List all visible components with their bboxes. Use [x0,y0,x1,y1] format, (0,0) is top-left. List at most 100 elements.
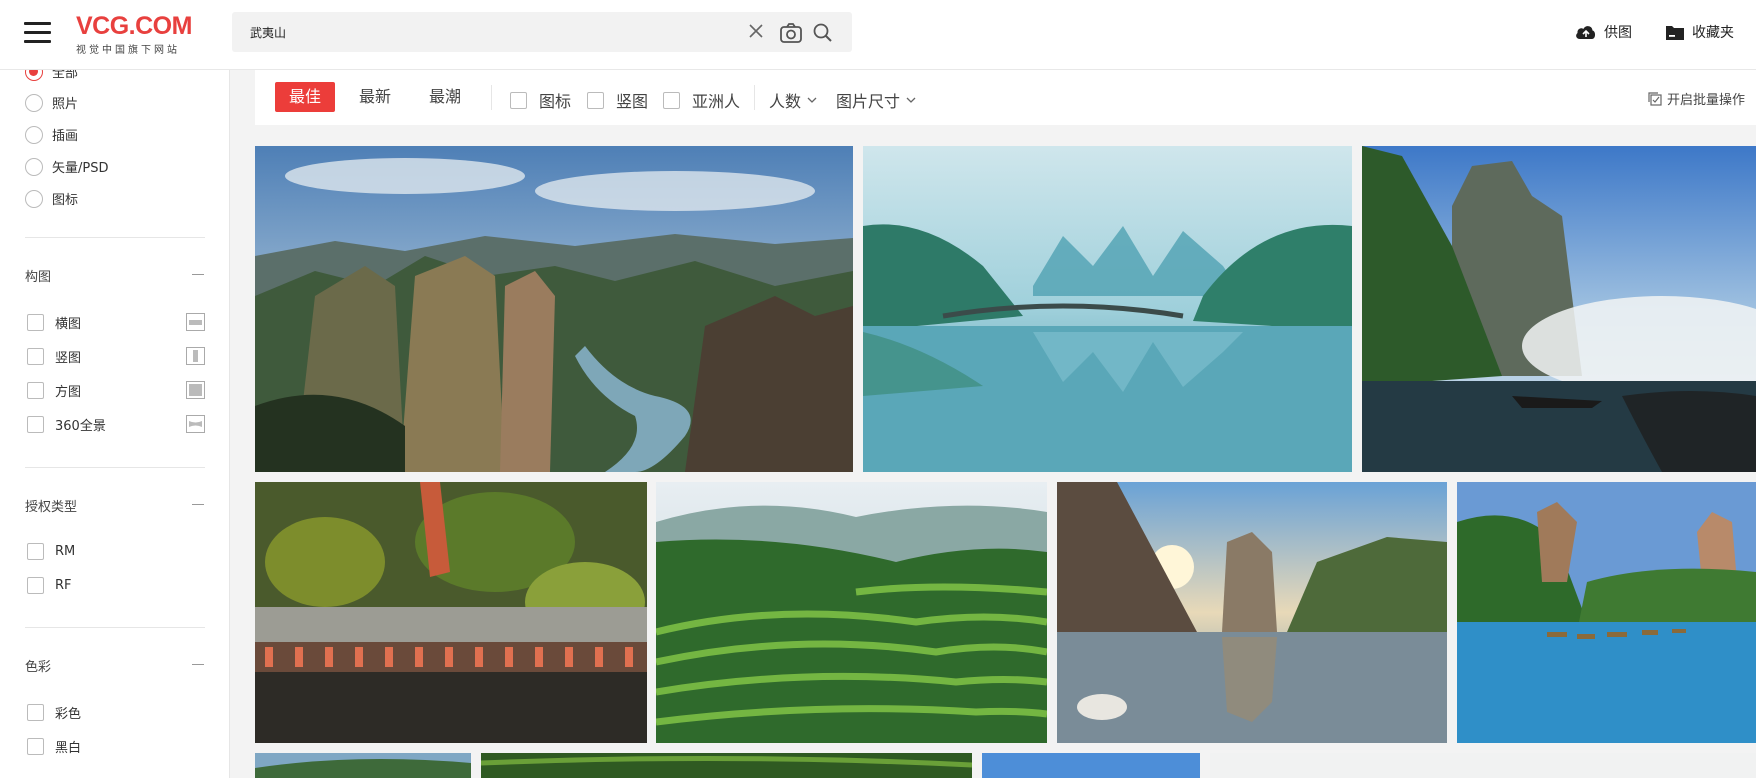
divider [25,467,205,468]
color-title: 色彩 [25,660,52,675]
radio-selected-icon [25,70,43,81]
photo-partial-1[interactable] [255,753,471,778]
color-collapse-icon[interactable] [192,664,204,665]
color-bw[interactable]: 黑白 [27,737,81,756]
batch-operation-button[interactable]: 开启批量操作 [1648,89,1745,108]
tab-best[interactable]: 最佳 [275,82,336,112]
search-input[interactable] [250,20,730,44]
search-icon[interactable] [812,22,834,44]
type-radio-vector[interactable]: 矢量/PSD [25,157,108,176]
filter-label: 亚洲人 [692,92,741,111]
license-label: RM [55,544,76,559]
favorites-button[interactable]: 收藏夹 [1665,22,1734,42]
photo-image [481,753,972,778]
filter-sidebar: 全部 照片 插画 矢量/PSD 图标 构图 横图 竖图 方图 360全景 授权类… [0,70,230,778]
photo-mountain-river-valley[interactable] [255,146,853,472]
type-label: 全部 [52,70,79,81]
batch-label: 开启批量操作 [1667,93,1746,108]
site-logo[interactable]: VCG.COM 视觉中国旗下网站 [76,14,192,57]
type-label: 插画 [52,129,79,144]
photo-rafts-blue-river[interactable] [1457,482,1756,743]
divider [25,237,205,238]
checkbox-icon [27,382,44,399]
batch-select-icon [1648,91,1662,106]
favorites-label: 收藏夹 [1692,25,1734,41]
photo-partial-4[interactable] [1210,753,1756,778]
composition-landscape[interactable]: 横图 [27,313,81,332]
hamburger-menu-icon[interactable] [24,22,51,44]
license-rm[interactable]: RM [27,543,75,560]
dropdown-label: 人数 [769,92,802,111]
portrait-shape-icon [186,347,205,365]
photo-partial-3[interactable] [982,753,1200,778]
type-label: 矢量/PSD [52,161,109,176]
people-count-dropdown[interactable]: 人数 [769,88,817,112]
radio-icon [25,189,43,208]
color-label: 黑白 [55,741,82,756]
radio-icon [25,157,43,176]
composition-label: 竖图 [55,351,82,366]
composition-title: 构图 [25,270,52,285]
divider [491,85,492,110]
filter-portrait-check[interactable]: 竖图 [587,88,648,112]
tab-newest[interactable]: 最新 [359,82,391,112]
composition-collapse-icon[interactable] [192,274,204,275]
license-title: 授权类型 [25,500,78,515]
composition-label: 方图 [55,385,82,400]
photo-image [255,482,647,743]
checkbox-icon [27,704,44,721]
photo-image [1457,482,1756,743]
radio-icon [25,93,43,112]
photo-image [255,146,853,472]
photo-misty-bridge-lake[interactable] [863,146,1352,472]
dropdown-label: 图片尺寸 [836,92,901,111]
color-label: 彩色 [55,707,82,722]
type-label: 图标 [52,193,79,208]
panorama-shape-icon [186,415,205,433]
type-label: 照片 [52,97,79,112]
photo-image [656,482,1047,743]
filter-label: 图标 [539,92,572,111]
clear-icon[interactable] [745,20,767,42]
composition-square[interactable]: 方图 [27,381,81,400]
tab-trending[interactable]: 最潮 [429,82,461,112]
camera-icon[interactable] [779,22,803,44]
license-rf[interactable]: RF [27,577,72,594]
license-collapse-icon[interactable] [192,504,204,505]
photo-aerial-rafts-dock[interactable] [255,482,647,743]
divider [754,85,755,110]
composition-label: 横图 [55,317,82,332]
image-size-dropdown[interactable]: 图片尺寸 [836,88,916,112]
photo-sunrise-cliff-reflection[interactable] [1057,482,1447,743]
chevron-down-icon [906,97,916,103]
photo-tea-terraces[interactable] [656,482,1047,743]
landscape-shape-icon [186,313,205,331]
photo-bamboo-raft-mist[interactable] [1362,146,1756,472]
sort-filter-bar: 最佳 最新 最潮 图标 竖图 亚洲人 人数 图片尺寸 开启批量操作 [255,70,1756,125]
photo-image [1362,146,1756,472]
photo-image [1210,753,1756,778]
type-radio-photo[interactable]: 照片 [25,93,78,112]
license-label: RF [55,578,72,593]
photo-partial-2[interactable] [481,753,972,778]
checkbox-icon [510,91,527,109]
checkbox-icon [27,577,44,594]
checkbox-icon [27,738,44,755]
radio-icon [25,125,43,144]
folder-icon [1666,25,1684,40]
color-colorful[interactable]: 彩色 [27,703,81,722]
filter-asian-check[interactable]: 亚洲人 [663,88,740,112]
checkbox-icon [587,91,604,109]
filter-icon-check[interactable]: 图标 [510,88,571,112]
composition-portrait[interactable]: 竖图 [27,347,81,366]
logo-subtitle: 视觉中国旗下网站 [76,45,180,56]
type-radio-illustration[interactable]: 插画 [25,125,78,144]
divider [25,627,205,628]
checkbox-icon [27,543,44,560]
supply-button[interactable]: 供图 [1575,22,1632,42]
filter-label: 竖图 [616,92,649,111]
type-radio-all[interactable]: 全部 [25,70,78,81]
composition-panorama[interactable]: 360全景 [27,415,106,434]
type-radio-icon[interactable]: 图标 [25,189,78,208]
photo-image [982,753,1200,778]
